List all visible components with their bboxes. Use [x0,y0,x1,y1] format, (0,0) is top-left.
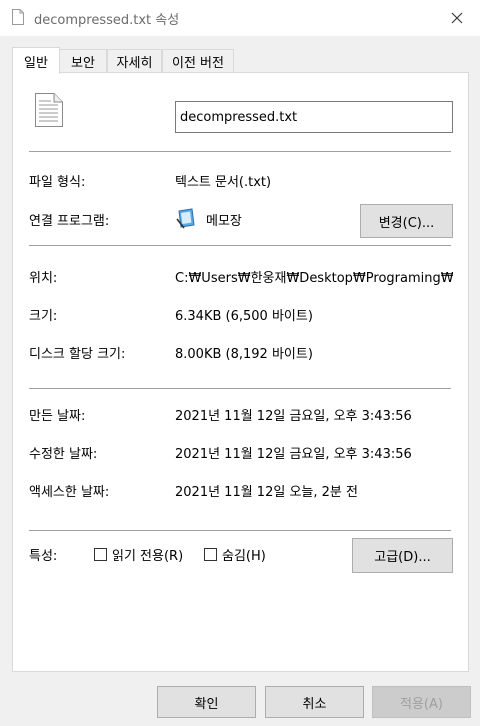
cancel-button-label: 취소 [302,696,327,712]
opens-with-value: 메모장 [206,214,242,229]
accessed-value: 2021년 11월 12일 오늘, 2분 전 [175,485,358,500]
ok-button[interactable]: 확인 [157,686,256,718]
size-on-disk-label: 디스크 할당 크기: [29,347,126,362]
notepad-icon [176,208,195,229]
size-value: 6.34KB (6,500 바이트) [175,309,313,324]
readonly-checkbox[interactable]: 읽기 전용(R) [94,545,183,564]
size-on-disk-value: 8.00KB (8,192 바이트) [175,347,313,362]
apply-button: 적용(A) [372,686,471,718]
close-button[interactable] [434,0,480,36]
general-panel: 파일 형식: 텍스트 문서(.txt) 연결 프로그램: 메모장 변경(C)..… [12,72,469,672]
tab-general[interactable]: 일반 [12,47,60,74]
tab-details[interactable]: 자세히 [107,49,162,73]
window-title: decompressed.txt 속성 [34,13,180,28]
ok-button-label: 확인 [194,696,219,712]
type-value: 텍스트 문서(.txt) [175,175,272,190]
created-value: 2021년 11월 12일 금요일, 오후 3:43:56 [175,409,412,424]
divider [29,530,451,531]
title-bar: decompressed.txt 속성 [0,0,480,36]
attributes-label: 특성: [29,549,58,564]
apply-button-label: 적용(A) [400,696,443,712]
change-button[interactable]: 변경(C)... [360,204,453,238]
text-file-icon [12,9,24,25]
text-document-icon [35,93,63,127]
readonly-checkbox-box[interactable] [94,548,107,561]
size-label: 크기: [29,309,58,324]
hidden-checkbox-box[interactable] [204,548,217,561]
tab-security[interactable]: 보안 [59,49,107,73]
divider [29,388,451,389]
advanced-button-label: 고급(D)... [374,550,431,565]
close-icon [451,12,463,24]
change-button-label: 변경(C)... [378,215,435,231]
opens-with-label: 연결 프로그램: [29,214,110,229]
hidden-checkbox[interactable]: 숨김(H) [204,545,266,564]
readonly-label: 읽기 전용(R) [112,549,184,564]
tab-previous-versions[interactable]: 이전 버전 [162,49,234,73]
modified-value: 2021년 11월 12일 금요일, 오후 3:43:56 [175,447,412,462]
divider [29,151,451,152]
advanced-button[interactable]: 고급(D)... [352,538,453,573]
divider [29,245,451,246]
accessed-label: 액세스한 날짜: [29,485,110,500]
location-value: C:₩Users₩한웅재₩Desktop₩Programing₩C [175,271,453,286]
location-label: 위치: [29,271,58,286]
type-label: 파일 형식: [29,175,86,190]
hidden-label: 숨김(H) [222,549,266,564]
modified-label: 수정한 날짜: [29,447,98,462]
created-label: 만든 날짜: [29,409,86,424]
file-name-input[interactable] [175,101,453,133]
cancel-button[interactable]: 취소 [265,686,364,718]
